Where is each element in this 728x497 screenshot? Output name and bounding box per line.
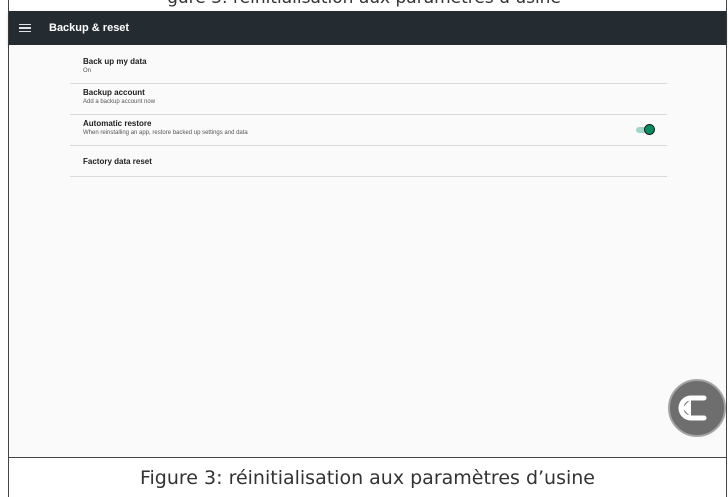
automatic-restore-toggle[interactable] bbox=[635, 124, 655, 135]
top-caption-fragment: gure 3: réinitialisation aux paramètres … bbox=[0, 0, 728, 8]
back-arrow-icon bbox=[678, 395, 707, 421]
setting-back-up-my-data[interactable]: Back up my data On bbox=[70, 53, 667, 84]
page-title: Backup & reset bbox=[49, 22, 130, 34]
back-button[interactable] bbox=[668, 379, 726, 437]
setting-title: Back up my data bbox=[83, 57, 147, 66]
hamburger-menu-icon[interactable] bbox=[19, 23, 31, 33]
setting-title: Factory data reset bbox=[83, 157, 152, 166]
setting-summary: Add a backup account now bbox=[83, 99, 156, 105]
setting-backup-account[interactable]: Backup account Add a backup account now bbox=[70, 84, 667, 115]
toggle-thumb bbox=[644, 124, 655, 135]
setting-title: Backup account bbox=[83, 88, 145, 97]
figure-caption: Figure 3: réinitialisation aux paramètre… bbox=[8, 457, 727, 497]
setting-summary: When reinstalling an app, restore backed… bbox=[83, 130, 248, 136]
app-bar: Backup & reset bbox=[9, 11, 726, 45]
settings-screen: Back up my data On Backup account Add a … bbox=[9, 45, 726, 457]
setting-factory-data-reset[interactable]: Factory data reset bbox=[70, 146, 667, 177]
caption-text: Figure 3: réinitialisation aux paramètre… bbox=[139, 466, 596, 489]
settings-list: Back up my data On Backup account Add a … bbox=[70, 53, 667, 177]
setting-title: Automatic restore bbox=[83, 119, 152, 128]
setting-automatic-restore[interactable]: Automatic restore When reinstalling an a… bbox=[70, 115, 667, 146]
setting-summary: On bbox=[83, 68, 92, 74]
